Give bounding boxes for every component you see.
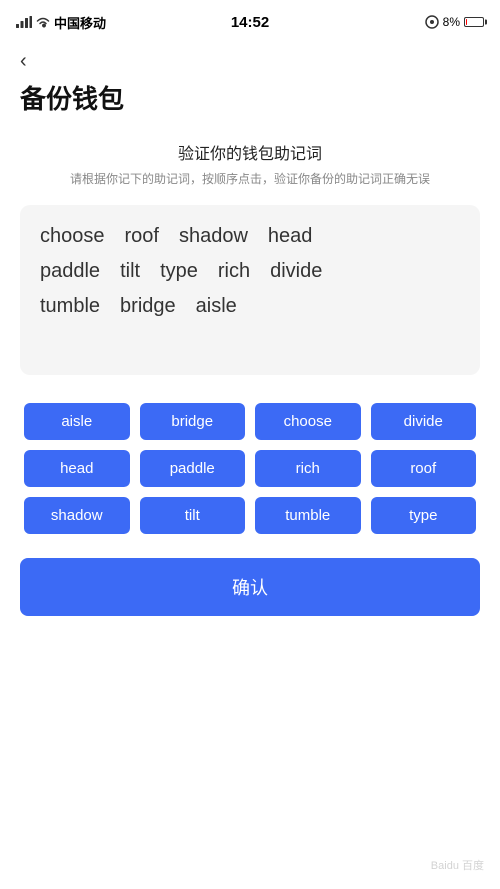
back-arrow-icon: ‹ bbox=[20, 50, 27, 72]
word-slot: rich bbox=[218, 260, 250, 283]
word-display-box: choose roof shadow head paddle tilt type… bbox=[20, 205, 480, 375]
keyword-rich[interactable]: rich bbox=[255, 450, 361, 487]
word-row-3: tumble bridge aisle bbox=[40, 295, 460, 318]
keyword-shadow[interactable]: shadow bbox=[24, 497, 130, 534]
hotspot-icon bbox=[425, 15, 439, 29]
word-slot: type bbox=[160, 260, 198, 283]
battery-icon bbox=[464, 17, 484, 27]
wifi-icon bbox=[36, 17, 50, 28]
section-title: 验证你的钱包助记词 bbox=[20, 140, 480, 164]
page-title: 备份钱包 bbox=[20, 79, 480, 116]
keyword-paddle[interactable]: paddle bbox=[140, 450, 246, 487]
signal-icon bbox=[16, 16, 32, 28]
word-slot: shadow bbox=[179, 225, 248, 248]
keyword-tilt[interactable]: tilt bbox=[140, 497, 246, 534]
battery-percent: 8% bbox=[443, 15, 460, 29]
status-bar: 中国移动 14:52 8% bbox=[0, 0, 500, 40]
keyword-divide[interactable]: divide bbox=[371, 403, 477, 440]
word-row-1: choose roof shadow head bbox=[40, 225, 460, 248]
word-slot: roof bbox=[125, 225, 159, 248]
status-time: 14:52 bbox=[231, 14, 269, 31]
keyword-head[interactable]: head bbox=[24, 450, 130, 487]
word-slot: head bbox=[268, 225, 313, 248]
keyword-choose[interactable]: choose bbox=[255, 403, 361, 440]
back-button[interactable]: ‹ bbox=[20, 40, 27, 79]
status-right: 8% bbox=[425, 15, 484, 29]
word-row-2: paddle tilt type rich divide bbox=[40, 260, 460, 283]
keyword-roof[interactable]: roof bbox=[371, 450, 477, 487]
word-slot: aisle bbox=[196, 295, 237, 318]
word-slot: tumble bbox=[40, 295, 100, 318]
keyword-aisle[interactable]: aisle bbox=[24, 403, 130, 440]
confirm-button[interactable]: 确认 bbox=[20, 558, 480, 616]
word-slot: bridge bbox=[120, 295, 176, 318]
word-slot: tilt bbox=[120, 260, 140, 283]
word-slot: divide bbox=[270, 260, 322, 283]
word-slot: paddle bbox=[40, 260, 100, 283]
carrier-label: 中国移动 bbox=[54, 13, 106, 32]
watermark: Baidu 百度 bbox=[431, 857, 484, 873]
word-slot: choose bbox=[40, 225, 105, 248]
keyword-bridge[interactable]: bridge bbox=[140, 403, 246, 440]
page-content: ‹ 备份钱包 验证你的钱包助记词 请根据你记下的助记词，按顺序点击，验证你备份的… bbox=[0, 40, 500, 616]
status-carrier: 中国移动 bbox=[16, 13, 106, 32]
keyword-type[interactable]: type bbox=[371, 497, 477, 534]
keywords-grid: aisle bridge choose divide head paddle r… bbox=[20, 403, 480, 534]
section-desc: 请根据你记下的助记词，按顺序点击，验证你备份的助记词正确无误 bbox=[20, 170, 480, 189]
keyword-tumble[interactable]: tumble bbox=[255, 497, 361, 534]
